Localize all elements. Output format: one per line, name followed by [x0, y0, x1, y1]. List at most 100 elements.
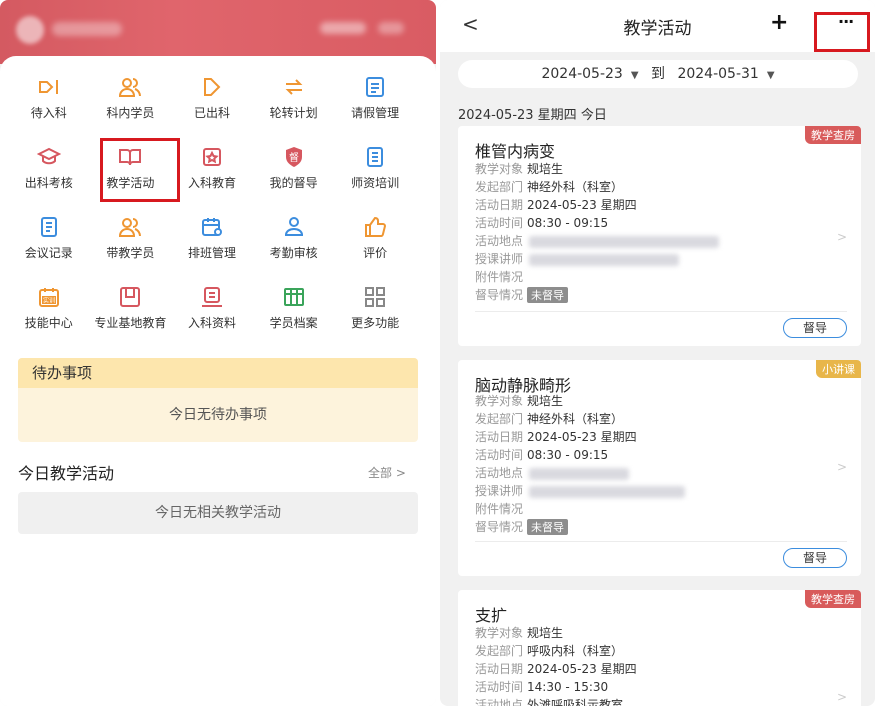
grid-item-label: 科内学员 — [106, 106, 155, 120]
field-label: 活动日期 — [475, 430, 524, 444]
today-activities-all-link[interactable]: 全部 > — [368, 464, 406, 481]
grid-item-label: 技能中心 — [24, 316, 73, 330]
rotate-icon — [281, 74, 307, 100]
redacted-value — [529, 467, 630, 480]
home-screen: 待入科 科内学员 已出科 轮转计划 请假管理 出科考核 教学活动 入科教育 督 … — [0, 0, 436, 706]
field-value: 神经外科（科室） — [527, 412, 624, 426]
mentor-icon — [117, 214, 143, 240]
grid-item-student-archive[interactable]: 学员档案 — [253, 284, 335, 354]
field-date: 活动日期 2024-05-23 星期四 — [475, 660, 637, 677]
field-value: 2024-05-23 星期四 — [527, 662, 637, 676]
field-value: 呼吸内科（科室） — [527, 644, 624, 658]
field-value: 08:30 - 09:15 — [527, 216, 609, 230]
field-lecturer: 授课讲师 — [475, 482, 686, 499]
more-button[interactable]: ··· — [838, 12, 854, 31]
grid-item-skill-center[interactable]: 实训 技能中心 — [8, 284, 90, 354]
field-target: 教学对象 规培生 — [475, 392, 563, 409]
archive-icon — [281, 284, 307, 310]
header-info-redacted — [378, 22, 404, 34]
grid-item-dept-students[interactable]: 科内学员 — [90, 74, 172, 144]
more-grid-icon — [362, 284, 388, 310]
field-value: 08:30 - 09:15 — [527, 448, 609, 462]
grid-item-label: 入科教育 — [187, 176, 236, 190]
field-lecturer: 授课讲师 — [475, 250, 680, 267]
grid-item-mentored-students[interactable]: 带教学员 — [90, 214, 172, 284]
today-activities-title: 今日教学活动 — [18, 464, 115, 483]
grid-item-meeting-notes[interactable]: 会议记录 — [8, 214, 90, 284]
field-label: 活动地点 — [475, 698, 524, 706]
todo-panel: 待办事项 今日无待办事项 — [18, 358, 418, 442]
chevron-right-icon: > — [836, 230, 847, 244]
date-separator: 到 — [651, 66, 665, 82]
thumbs-up-icon — [362, 214, 388, 240]
date-end[interactable]: 2024-05-31 — [677, 66, 758, 82]
leave-icon — [362, 74, 388, 100]
grid-item-label: 专业基地教育 — [94, 316, 167, 330]
add-button[interactable]: + — [770, 10, 788, 35]
grid-item-rotation-plan[interactable]: 轮转计划 — [253, 74, 335, 144]
status-badge: 未督导 — [527, 519, 569, 535]
grid-item-faculty-training[interactable]: 师资培训 — [334, 144, 416, 214]
date-range-picker[interactable]: 2024-05-23 ▼ 到 2024-05-31 ▼ — [458, 60, 858, 88]
activity-type-tag: 教学查房 — [805, 590, 861, 608]
activity-card[interactable]: 教学查房 椎管内病变 教学对象 规培生 发起部门 神经外科（科室） 活动日期 2024… — [458, 126, 861, 346]
document-icon — [362, 144, 388, 170]
day-label: 2024-05-23 星期四 今日 — [458, 108, 607, 123]
field-value: 神经外科（科室） — [527, 180, 624, 194]
activity-title: 支扩 — [475, 606, 508, 625]
users-icon — [117, 74, 143, 100]
activity-card[interactable]: 教学查房 支扩 教学对象 规培生 发起部门 呼吸内科（科室） 活动日期 2024-05… — [458, 590, 861, 706]
book-icon — [117, 144, 143, 170]
skill-icon: 实训 — [36, 284, 62, 310]
materials-icon — [199, 284, 225, 310]
grid-item-exit-exam[interactable]: 出科考核 — [8, 144, 90, 214]
field-label: 活动日期 — [475, 198, 524, 212]
grid-item-shift-management[interactable]: 排班管理 — [171, 214, 253, 284]
field-dept: 发起部门 神经外科（科室） — [475, 178, 623, 195]
field-label: 发起部门 — [475, 412, 524, 426]
page-title: 教学活动 — [623, 19, 692, 39]
supervise-icon-text: 督 — [289, 151, 299, 164]
supervise-button[interactable]: 督导 — [783, 318, 847, 338]
chevron-down-icon: ▼ — [766, 70, 775, 81]
grid-item-label: 出科考核 — [24, 176, 73, 190]
date-start[interactable]: 2024-05-23 — [541, 66, 622, 82]
field-value: 规培生 — [527, 394, 564, 408]
grid-item-leave-management[interactable]: 请假管理 — [334, 74, 416, 144]
activity-card[interactable]: 小讲课 脑动静脉畸形 教学对象 规培生 发起部门 神经外科（科室） 活动日期 2024… — [458, 360, 861, 576]
grid-item-base-education[interactable]: 专业基地教育 — [90, 284, 172, 354]
grid-item-label: 排班管理 — [187, 246, 236, 260]
grid-item-pending-entry[interactable]: 待入科 — [8, 74, 90, 144]
grid-item-my-supervision[interactable]: 督 我的督导 — [253, 144, 335, 214]
grid-item-label: 评价 — [363, 246, 388, 260]
activity-type-tag: 小讲课 — [816, 360, 861, 378]
teaching-activity-screen: < 教学活动 + ··· 2024-05-23 ▼ 到 2024-05-31 ▼ 2… — [440, 0, 875, 706]
home-header — [0, 0, 436, 64]
avatar[interactable] — [16, 16, 44, 44]
attendance-icon — [281, 214, 307, 240]
grid-item-entry-education[interactable]: 入科教育 — [171, 144, 253, 214]
field-attach: 附件情况 — [475, 268, 523, 285]
grid-item-exited[interactable]: 已出科 — [171, 74, 253, 144]
field-value: 14:30 - 15:30 — [527, 680, 609, 694]
field-label: 授课讲师 — [475, 484, 524, 498]
nav-bar: < 教学活动 + ··· — [440, 0, 875, 52]
grid-item-attendance-review[interactable]: 考勤审核 — [253, 214, 335, 284]
field-label: 授课讲师 — [475, 252, 524, 266]
calendar-icon — [199, 214, 225, 240]
chevron-right-icon: > — [836, 460, 847, 474]
grid-item-more-functions[interactable]: 更多功能 — [334, 284, 416, 354]
supervise-button[interactable]: 督导 — [783, 548, 847, 568]
field-supervision: 督导情况 未督导 — [475, 286, 569, 303]
field-time: 活动时间 14:30 - 15:30 — [475, 678, 608, 695]
grid-item-teaching-activity[interactable]: 教学活动 — [90, 144, 172, 214]
chevron-right-icon: > — [836, 690, 847, 704]
field-target: 教学对象 规培生 — [475, 624, 563, 641]
activity-title: 椎管内病变 — [475, 142, 556, 161]
grid-item-evaluation[interactable]: 评价 — [334, 214, 416, 284]
grid-item-label: 入科资料 — [187, 316, 236, 330]
field-dept: 发起部门 呼吸内科（科室） — [475, 642, 623, 659]
grid-item-entry-materials[interactable]: 入科资料 — [171, 284, 253, 354]
grid-item-label: 已出科 — [193, 106, 230, 120]
education-icon — [199, 144, 225, 170]
